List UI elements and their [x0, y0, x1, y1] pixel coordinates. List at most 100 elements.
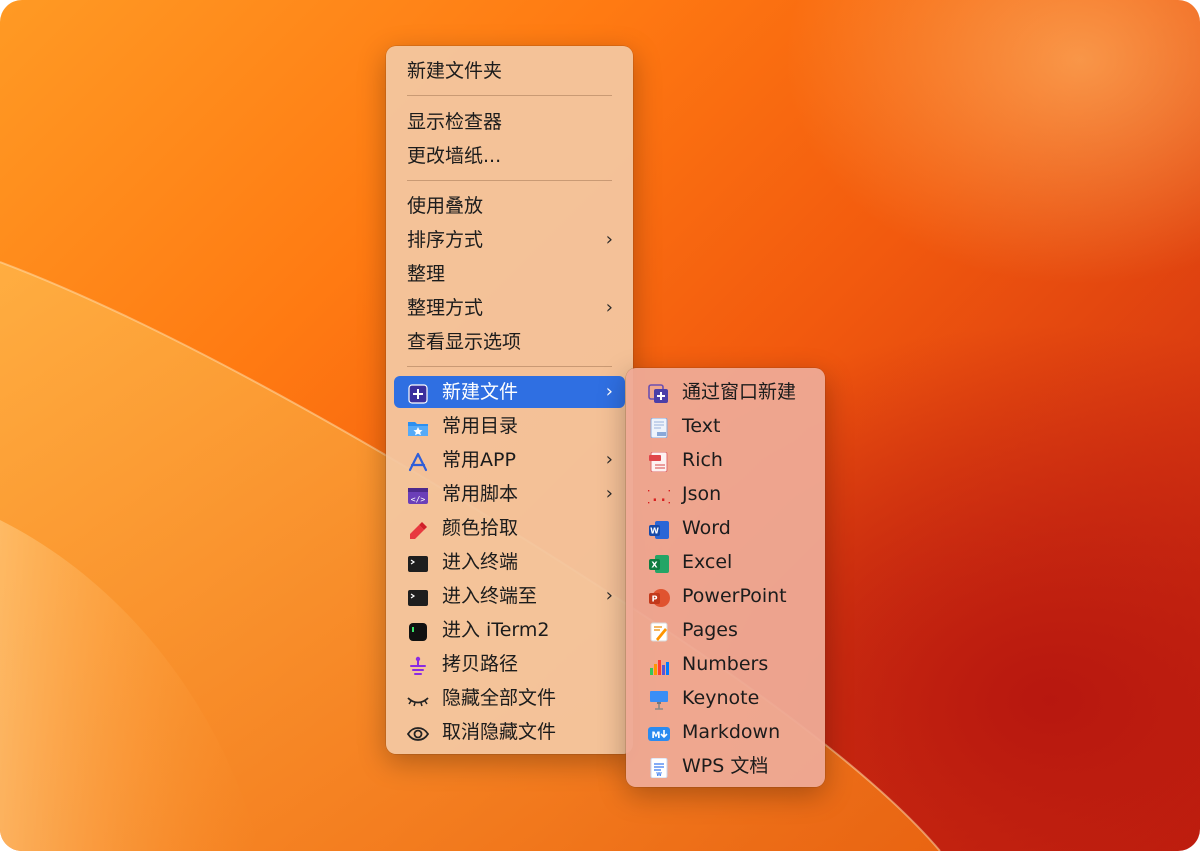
submenu-item-label: Keynote — [682, 687, 760, 709]
menu-item-label: 进入 iTerm2 — [442, 619, 550, 641]
closed-eye-icon — [407, 688, 429, 708]
chevron-right-icon: › — [605, 483, 613, 504]
svg-text:M: M — [652, 731, 661, 741]
powerpoint-icon: P — [648, 586, 670, 607]
menu-item-clean-up-by[interactable]: 整理方式 › — [394, 292, 625, 324]
menu-item-label: 取消隐藏文件 — [442, 721, 557, 743]
menu-item-label: 显示检查器 — [407, 111, 503, 133]
menu-item-show-inspector[interactable]: 显示检查器 — [394, 106, 625, 138]
menu-item-new-folder[interactable]: 新建文件夹 — [394, 55, 625, 87]
menu-item-open-terminal-to[interactable]: 进入终端至 › — [394, 580, 625, 612]
pages-icon — [648, 620, 670, 642]
menu-item-label: 查看显示选项 — [407, 331, 522, 353]
menu-item-sort-by[interactable]: 排序方式 › — [394, 224, 625, 256]
menu-item-new-file[interactable]: 新建文件 › — [394, 376, 625, 408]
menu-item-common-folders[interactable]: 常用目录 — [394, 410, 625, 442]
submenu-item-label: PowerPoint — [682, 585, 787, 607]
submenu-item-wps-doc[interactable]: W WPS 文档 — [634, 750, 817, 782]
menu-item-label: 整理方式 — [407, 297, 484, 319]
menu-item-label: 更改墙纸... — [407, 145, 502, 167]
menu-item-label: 排序方式 — [407, 229, 484, 251]
submenu-item-label: Word — [682, 517, 731, 539]
submenu-item-numbers[interactable]: Numbers — [634, 648, 817, 680]
menu-separator — [407, 366, 612, 367]
menu-item-label: 新建文件夹 — [407, 60, 503, 82]
menu-item-copy-path[interactable]: 拷贝路径 — [394, 648, 625, 680]
wps-doc-icon: W — [648, 756, 670, 779]
submenu-item-rich[interactable]: Rich — [634, 444, 817, 476]
menu-item-label: 整理 — [407, 263, 446, 285]
submenu-item-label: Rich — [682, 449, 723, 471]
svg-text:X: X — [651, 561, 658, 570]
svg-text:W: W — [656, 772, 662, 778]
submenu-item-keynote[interactable]: Keynote — [634, 682, 817, 714]
submenu-item-markdown[interactable]: M Markdown — [634, 716, 817, 748]
submenu-item-new-via-window[interactable]: 通过窗口新建 — [634, 376, 817, 408]
rtf-file-icon — [648, 450, 670, 473]
menu-item-color-picker[interactable]: 颜色拾取 — [394, 512, 625, 544]
menu-item-label: 常用脚本 — [442, 483, 519, 505]
svg-text:W: W — [650, 527, 659, 536]
menu-item-label: 拷贝路径 — [442, 653, 519, 675]
terminal-icon — [407, 586, 429, 606]
menu-item-label: 常用目录 — [442, 415, 519, 437]
excel-icon: X — [648, 552, 670, 573]
submenu-item-label: WPS 文档 — [682, 755, 769, 777]
svg-text:</>: </> — [411, 495, 426, 504]
chevron-right-icon: › — [605, 381, 613, 402]
script-code-icon: </> — [407, 484, 429, 504]
menu-item-change-wallpaper[interactable]: 更改墙纸... — [394, 140, 625, 172]
terminal-icon — [407, 552, 429, 572]
svg-text:P: P — [652, 595, 658, 604]
submenu-item-powerpoint[interactable]: P PowerPoint — [634, 580, 817, 612]
menu-item-label: 新建文件 — [442, 381, 519, 403]
submenu-item-label: Text — [682, 415, 721, 437]
submenu-item-word[interactable]: W Word — [634, 512, 817, 544]
json-braces-icon: {..} — [642, 484, 676, 505]
submenu-item-excel[interactable]: X Excel — [634, 546, 817, 578]
submenu-item-label: Pages — [682, 619, 738, 641]
menu-item-label: 隐藏全部文件 — [442, 687, 557, 709]
desktop-wallpaper[interactable]: 新建文件夹 显示检查器 更改墙纸... 使用叠放 排序方式 › 整理 整理方式 › … — [0, 0, 1200, 851]
folder-star-icon — [407, 416, 429, 436]
submenu-item-label: Json — [682, 483, 722, 505]
submenu-item-label: Excel — [682, 551, 733, 573]
menu-item-common-apps[interactable]: 常用APP › — [394, 444, 625, 476]
txt-file-icon — [648, 416, 670, 439]
new-file-plus-icon — [407, 382, 429, 404]
numbers-icon — [648, 654, 670, 675]
menu-item-open-iterm2[interactable]: 进入 iTerm2 — [394, 614, 625, 646]
keynote-icon — [648, 688, 670, 710]
menu-item-clean-up[interactable]: 整理 — [394, 258, 625, 290]
menu-item-label: 常用APP — [442, 449, 516, 471]
chevron-right-icon: › — [605, 449, 613, 470]
submenu-item-label: Markdown — [682, 721, 781, 743]
menu-item-hide-all-files[interactable]: 隐藏全部文件 — [394, 682, 625, 714]
chevron-right-icon: › — [605, 229, 613, 250]
menu-item-show-view-options[interactable]: 查看显示选项 — [394, 326, 625, 358]
menu-separator — [407, 95, 612, 96]
submenu-item-text[interactable]: Text — [634, 410, 817, 442]
chevron-right-icon: › — [605, 585, 613, 606]
word-icon: W — [648, 518, 670, 539]
menu-item-open-terminal[interactable]: 进入终端 — [394, 546, 625, 578]
app-store-icon — [407, 450, 429, 472]
new-file-submenu: 通过窗口新建 Text Rich {..} Json W Word X Exce… — [626, 368, 825, 787]
submenu-item-json[interactable]: {..} Json — [634, 478, 817, 510]
iterm-icon — [407, 620, 429, 641]
submenu-item-label: 通过窗口新建 — [682, 381, 797, 403]
menu-item-use-stacks[interactable]: 使用叠放 — [394, 190, 625, 222]
eye-icon — [406, 722, 430, 742]
markdown-icon: M — [648, 722, 670, 742]
context-menu: 新建文件夹 显示检查器 更改墙纸... 使用叠放 排序方式 › 整理 整理方式 › … — [386, 46, 633, 754]
menu-item-label: 进入终端至 — [442, 585, 538, 607]
menu-item-unhide-files[interactable]: 取消隐藏文件 — [394, 716, 625, 748]
eyedropper-icon — [407, 518, 429, 539]
path-icon — [407, 654, 429, 675]
menu-item-label: 颜色拾取 — [442, 517, 519, 539]
chevron-right-icon: › — [605, 297, 613, 318]
menu-item-label: 进入终端 — [442, 551, 519, 573]
submenu-item-pages[interactable]: Pages — [634, 614, 817, 646]
menu-item-common-scripts[interactable]: </> 常用脚本 › — [394, 478, 625, 510]
menu-separator — [407, 180, 612, 181]
